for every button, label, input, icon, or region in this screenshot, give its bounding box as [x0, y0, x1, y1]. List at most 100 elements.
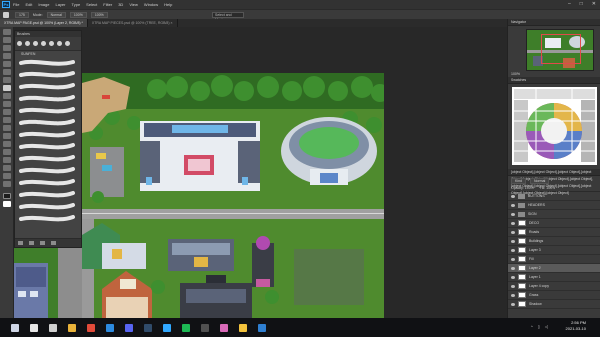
select-and-mask-button[interactable]: Select and Mask... [212, 12, 244, 22]
navigator-view-box[interactable] [541, 34, 581, 64]
menu-edit[interactable]: Edit [25, 2, 32, 7]
brush-tool-icon[interactable] [3, 85, 11, 91]
layer-row[interactable]: DECO [508, 219, 600, 228]
menu-filter[interactable]: Filter [103, 2, 112, 7]
opacity-field[interactable]: 100% [69, 11, 87, 18]
minimize-button[interactable]: – [568, 1, 571, 7]
mail-icon[interactable] [258, 323, 266, 332]
brush-settings-icon[interactable] [18, 241, 23, 245]
obs-icon[interactable] [201, 323, 209, 332]
shape-tool-icon[interactable] [3, 165, 11, 171]
layer-fill[interactable]: Fill: 100% [540, 186, 555, 190]
photoshop-icon[interactable] [163, 323, 171, 332]
layer-blend-mode[interactable]: Normal [530, 178, 550, 184]
eye-icon[interactable] [511, 257, 515, 261]
crop-tool-icon[interactable] [3, 61, 11, 67]
layer-row[interactable]: Layer 1 [508, 273, 600, 282]
notes-icon[interactable] [239, 323, 247, 332]
path-select-tool-icon[interactable] [3, 157, 11, 163]
menu-image[interactable]: Image [38, 2, 49, 7]
dodge-tool-icon[interactable] [3, 133, 11, 139]
layer-row[interactable]: Layer 4 copy [508, 282, 600, 291]
tab-map-page[interactable]: XTRA MAP PAGE.psd @ 100% (Layer 2, RGB/8… [0, 19, 88, 27]
menu-type[interactable]: Type [72, 2, 81, 7]
type-tool-icon[interactable] [3, 149, 11, 155]
layer-row[interactable]: Layer 2 [508, 264, 600, 273]
trash-icon[interactable] [51, 241, 56, 245]
taskbar-clock[interactable]: 2:56 PM 2021-03-10 [566, 320, 586, 332]
map-canvas[interactable] [82, 73, 384, 318]
menu-help[interactable]: Help [164, 2, 172, 7]
spotify-icon[interactable] [182, 323, 190, 332]
pen-tool-icon[interactable] [3, 141, 11, 147]
brush-tip-icon[interactable] [49, 41, 54, 46]
layer-row[interactable]: Grass [508, 291, 600, 300]
eye-icon[interactable] [511, 239, 515, 243]
layer-row[interactable]: Fill [508, 255, 600, 264]
brush-tip-icon[interactable] [25, 41, 30, 46]
eye-icon[interactable] [511, 221, 515, 225]
flow-field[interactable]: 100% [90, 11, 108, 18]
edge-icon[interactable] [106, 323, 114, 332]
network-icon[interactable]: ▯ [538, 324, 540, 329]
history-brush-tool-icon[interactable] [3, 101, 11, 107]
folder-icon[interactable] [29, 241, 34, 245]
brush-tip-icon[interactable] [41, 41, 46, 46]
healing-tool-icon[interactable] [3, 77, 11, 83]
menu-file[interactable]: File [13, 2, 19, 7]
layer-row[interactable]: Roads [508, 228, 600, 237]
quick-select-tool-icon[interactable] [3, 53, 11, 59]
eye-icon[interactable] [511, 212, 515, 216]
chevron-up-icon[interactable]: ^ [531, 324, 533, 329]
eye-icon[interactable] [511, 248, 515, 252]
layers-title[interactable]: [object Object],[object Object],[object … [508, 169, 600, 195]
eraser-tool-icon[interactable] [3, 109, 11, 115]
eye-icon[interactable] [511, 302, 515, 306]
layer-row[interactable]: Shadow [508, 300, 600, 309]
eye-icon[interactable] [511, 275, 515, 279]
brush-tool-icon[interactable] [3, 11, 9, 18]
eye-icon[interactable] [511, 293, 515, 297]
zoom-tool-icon[interactable] [3, 181, 11, 187]
brush-tip-icon[interactable] [57, 41, 62, 46]
navigator-thumbnail[interactable] [526, 29, 594, 71]
layer-row[interactable]: Layer 3 [508, 246, 600, 255]
menu-3d[interactable]: 3D [118, 2, 123, 7]
swatches-title[interactable]: Swatches [508, 77, 600, 84]
brush-list[interactable]: SUNFEN [15, 51, 81, 231]
menu-select[interactable]: Select [86, 2, 97, 7]
brush-tip-icon[interactable] [17, 41, 22, 46]
mode-dropdown[interactable]: Normal [46, 11, 66, 18]
blur-tool-icon[interactable] [3, 125, 11, 131]
brush-tip-icon[interactable] [33, 41, 38, 46]
tab-map-pieces[interactable]: XTRA MAP PIECES.psd @ 100% (TREE, RGB/8)… [88, 19, 178, 27]
brush-size[interactable]: 175 [15, 11, 29, 18]
steam-icon[interactable] [144, 323, 152, 332]
layer-row[interactable]: HEADERS [508, 201, 600, 210]
eye-icon[interactable] [511, 266, 515, 270]
stamp-tool-icon[interactable] [3, 93, 11, 99]
explorer-icon[interactable] [68, 323, 76, 332]
start-icon[interactable] [11, 323, 19, 332]
eye-icon[interactable] [511, 284, 515, 288]
volume-icon[interactable]: ◁ [545, 324, 548, 329]
color-swatches[interactable] [512, 87, 597, 165]
gradient-tool-icon[interactable] [3, 117, 11, 123]
discord-icon[interactable] [125, 323, 133, 332]
background-color-icon[interactable] [3, 201, 11, 207]
lasso-tool-icon[interactable] [3, 45, 11, 51]
move-tool-icon[interactable] [3, 29, 11, 35]
marquee-tool-icon[interactable] [3, 37, 11, 43]
brush-tip-icon[interactable] [65, 41, 70, 46]
navigator-title[interactable]: Navigator [508, 19, 600, 26]
eye-icon[interactable] [511, 203, 515, 207]
new-brush-icon[interactable] [40, 241, 45, 245]
paint-icon[interactable] [220, 323, 228, 332]
menu-layer[interactable]: Layer [55, 2, 65, 7]
foreground-color-icon[interactable] [3, 193, 11, 199]
close-button[interactable]: ✕ [592, 1, 596, 7]
hand-tool-icon[interactable] [3, 173, 11, 179]
chrome-icon[interactable] [87, 323, 95, 332]
menu-view[interactable]: View [129, 2, 138, 7]
task-view-icon[interactable] [49, 323, 57, 332]
